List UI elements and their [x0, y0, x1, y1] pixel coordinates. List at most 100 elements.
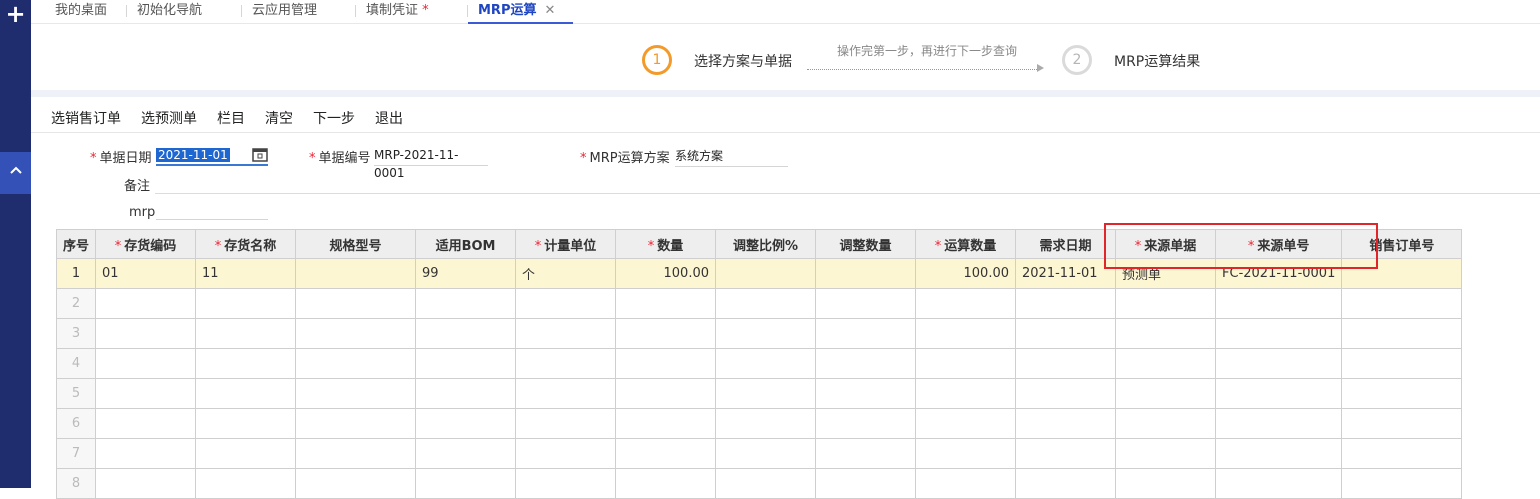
table-cell[interactable] [1215, 288, 1343, 319]
table-cell[interactable] [295, 378, 417, 409]
table-cell[interactable] [615, 438, 717, 469]
table-cell[interactable] [95, 378, 197, 409]
clear-button[interactable]: 清空 [265, 108, 293, 128]
column-header[interactable]: 需求日期 [1015, 229, 1117, 259]
table-row[interactable]: 5 [55, 378, 1463, 409]
column-header[interactable]: 序号 [55, 229, 97, 259]
remark-field[interactable] [155, 193, 1540, 194]
table-cell[interactable]: 个 [515, 258, 617, 289]
table-row[interactable]: 7 [55, 438, 1463, 469]
tab-voucher[interactable]: 填制凭证 * [356, 0, 439, 24]
table-cell[interactable] [415, 318, 517, 349]
table-cell[interactable] [195, 438, 297, 469]
table-cell[interactable]: FC-2021-11-0001 [1215, 258, 1343, 289]
table-cell[interactable] [1115, 318, 1217, 349]
select-sales-order-button[interactable]: 选销售订单 [51, 108, 121, 128]
mrp-plan-field[interactable]: 系统方案 [675, 147, 788, 167]
mrp-field[interactable] [156, 200, 268, 220]
column-header[interactable]: * 来源单据 [1115, 229, 1217, 259]
table-cell[interactable] [715, 378, 817, 409]
table-cell[interactable] [815, 408, 917, 439]
table-cell[interactable] [815, 348, 917, 379]
table-cell[interactable] [1015, 468, 1117, 499]
table-cell[interactable] [515, 318, 617, 349]
plus-icon[interactable]: + [0, 0, 31, 31]
table-cell[interactable] [195, 318, 297, 349]
table-cell[interactable] [615, 468, 717, 499]
column-header[interactable]: 规格型号 [295, 229, 417, 259]
table-cell[interactable]: 2021-11-01 [1015, 258, 1117, 289]
column-header[interactable]: * 存货编码 [95, 229, 197, 259]
table-cell[interactable] [715, 258, 817, 289]
table-cell[interactable] [1341, 408, 1463, 439]
table-cell[interactable] [815, 288, 917, 319]
tab-my-desktop[interactable]: 我的桌面 [45, 0, 117, 24]
close-icon[interactable]: ✕ [544, 3, 555, 18]
table-row[interactable]: 8 [55, 468, 1463, 499]
table-cell[interactable] [1015, 438, 1117, 469]
table-cell[interactable] [615, 318, 717, 349]
table-cell[interactable] [815, 438, 917, 469]
table-cell[interactable] [95, 318, 197, 349]
table-cell[interactable] [1015, 318, 1117, 349]
column-header[interactable]: 适用BOM [415, 229, 517, 259]
tab-init-nav[interactable]: 初始化导航 [127, 0, 212, 24]
table-cell[interactable] [1015, 288, 1117, 319]
table-cell[interactable] [195, 378, 297, 409]
table-cell[interactable] [95, 468, 197, 499]
table-cell[interactable]: 01 [95, 258, 197, 289]
table-cell[interactable] [815, 378, 917, 409]
table-cell[interactable] [715, 408, 817, 439]
table-row[interactable]: 6 [55, 408, 1463, 439]
exit-button[interactable]: 退出 [375, 108, 403, 128]
table-row[interactable]: 4 [55, 348, 1463, 379]
table-cell[interactable] [295, 408, 417, 439]
table-cell[interactable] [615, 408, 717, 439]
table-cell[interactable] [915, 318, 1017, 349]
table-cell[interactable] [195, 468, 297, 499]
table-cell[interactable] [295, 258, 417, 289]
select-forecast-button[interactable]: 选预测单 [141, 108, 197, 128]
table-cell[interactable] [715, 318, 817, 349]
table-cell[interactable] [915, 438, 1017, 469]
table-cell[interactable] [415, 438, 517, 469]
table-cell[interactable] [715, 348, 817, 379]
column-header[interactable]: * 来源单号 [1215, 229, 1343, 259]
table-cell[interactable] [95, 288, 197, 319]
tab-mrp[interactable]: MRP运算 ✕ [468, 0, 573, 24]
table-cell[interactable] [1341, 318, 1463, 349]
table-cell[interactable] [295, 348, 417, 379]
column-header[interactable]: 销售订单号 [1341, 229, 1463, 259]
date-field[interactable]: 2021-11-01 [156, 146, 268, 166]
table-cell[interactable] [415, 408, 517, 439]
table-cell[interactable] [1341, 468, 1463, 499]
table-cell[interactable]: 11 [195, 258, 297, 289]
table-cell[interactable] [715, 288, 817, 319]
table-cell[interactable] [1215, 468, 1343, 499]
table-cell[interactable] [915, 378, 1017, 409]
table-cell[interactable] [515, 288, 617, 319]
table-cell[interactable] [295, 438, 417, 469]
table-cell[interactable] [1215, 438, 1343, 469]
chevron-up-icon[interactable] [0, 152, 31, 194]
table-cell[interactable] [815, 318, 917, 349]
table-cell[interactable] [1341, 438, 1463, 469]
next-step-button[interactable]: 下一步 [313, 108, 355, 128]
table-cell[interactable] [95, 348, 197, 379]
column-header[interactable]: * 存货名称 [195, 229, 297, 259]
table-cell[interactable] [615, 378, 717, 409]
table-cell[interactable] [515, 348, 617, 379]
table-cell[interactable] [1215, 408, 1343, 439]
table-cell[interactable] [295, 318, 417, 349]
table-cell[interactable] [515, 438, 617, 469]
table-cell[interactable] [415, 348, 517, 379]
table-cell[interactable] [415, 378, 517, 409]
table-cell[interactable] [1115, 288, 1217, 319]
table-cell[interactable] [1015, 408, 1117, 439]
table-cell[interactable] [915, 408, 1017, 439]
table-cell[interactable] [1215, 318, 1343, 349]
table-cell[interactable] [615, 348, 717, 379]
table-cell[interactable] [515, 378, 617, 409]
table-cell[interactable] [195, 408, 297, 439]
table-cell[interactable] [1015, 378, 1117, 409]
